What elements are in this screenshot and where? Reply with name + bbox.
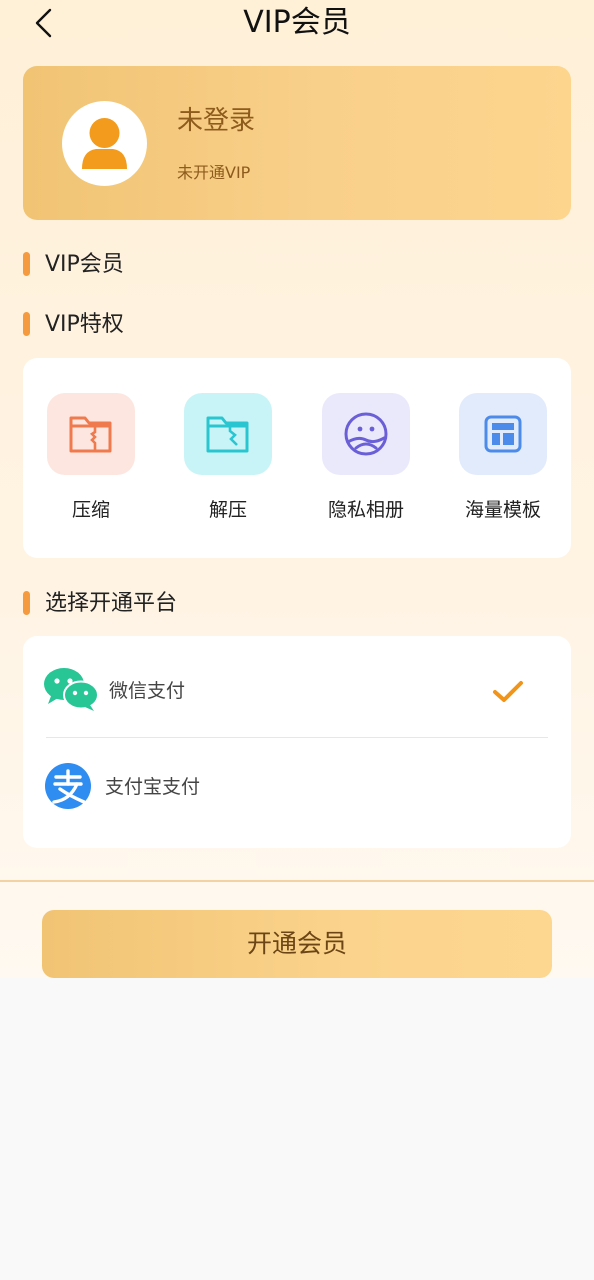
privilege-private-album[interactable]: 隐私相册 bbox=[301, 393, 431, 533]
section-title: VIP会员 bbox=[45, 252, 124, 277]
user-name[interactable]: 未登录 bbox=[177, 104, 255, 138]
payment-label: 微信支付 bbox=[109, 680, 186, 702]
alipay-icon bbox=[44, 762, 92, 814]
privilege-label: 隐私相册 bbox=[327, 499, 404, 521]
section-title: 选择开通平台 bbox=[45, 591, 178, 616]
privilege-templates[interactable]: 海量模板 bbox=[438, 393, 568, 533]
payment-option-alipay[interactable]: 支付宝支付 bbox=[23, 740, 571, 836]
payment-card: 微信支付 支付宝支付 bbox=[23, 636, 571, 848]
section-marker bbox=[23, 312, 30, 336]
footer-divider bbox=[0, 880, 594, 882]
payment-label: 支付宝支付 bbox=[105, 776, 201, 798]
template-icon bbox=[459, 393, 547, 475]
wechat-icon bbox=[43, 666, 99, 716]
user-avatar-icon[interactable] bbox=[62, 101, 147, 186]
privilege-compress[interactable]: 压缩 bbox=[26, 393, 156, 533]
open-membership-button[interactable]: 开通会员 bbox=[42, 910, 552, 978]
privilege-unzip[interactable]: 解压 bbox=[163, 393, 293, 533]
section-marker bbox=[23, 252, 30, 276]
user-card: 未登录 未开通VIP bbox=[23, 66, 571, 220]
payment-option-wechat[interactable]: 微信支付 bbox=[23, 642, 571, 738]
privilege-label: 压缩 bbox=[71, 499, 110, 521]
compress-folder-icon bbox=[47, 393, 135, 475]
section-marker bbox=[23, 591, 30, 615]
page-title: VIP会员 bbox=[243, 5, 351, 40]
privileges-card: 压缩 解压 隐私相册 海量模板 bbox=[23, 358, 571, 558]
private-album-icon bbox=[322, 393, 410, 475]
section-title: VIP特权 bbox=[45, 312, 124, 337]
payment-divider bbox=[46, 737, 548, 738]
unzip-folder-icon bbox=[184, 393, 272, 475]
nav-bar: VIP会员 bbox=[0, 0, 594, 48]
vip-status: 未开通VIP bbox=[177, 163, 251, 182]
privilege-label: 解压 bbox=[208, 499, 247, 521]
checkmark-icon bbox=[491, 678, 525, 710]
privilege-label: 海量模板 bbox=[464, 499, 541, 521]
